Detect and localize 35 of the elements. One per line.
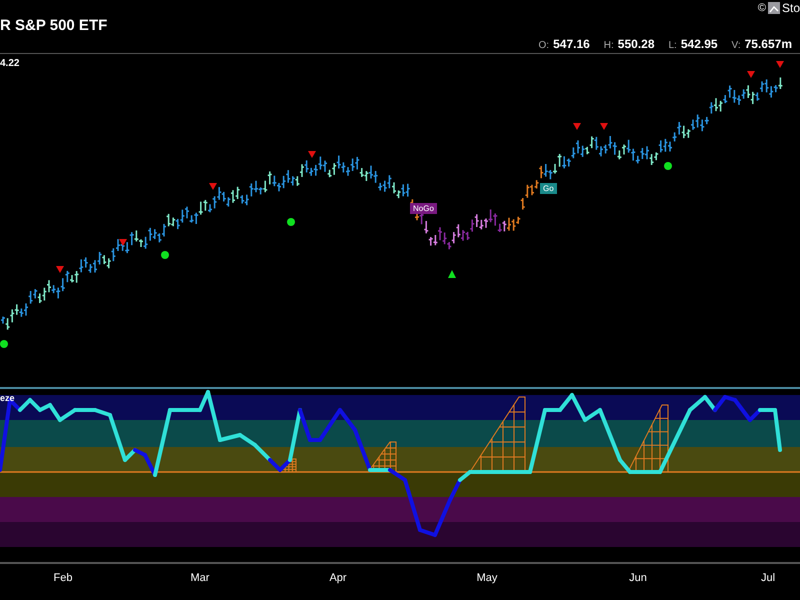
indicator-label: eze [0,393,15,403]
axis-label: Apr [329,572,347,584]
quote-value: 550.28 [618,37,654,51]
quote-label: H: [604,40,614,51]
quote-value: 547.16 [553,37,590,51]
credit-text: Sto [782,1,800,15]
dot-icon [0,340,8,348]
up-triangle-icon [448,270,456,278]
down-triangle-icon [119,239,127,246]
axis-label: Feb [54,572,72,584]
copyright-symbol: © [758,2,766,14]
down-triangle-icon [776,61,784,68]
down-triangle-icon [308,151,316,158]
down-triangle-icon [600,123,608,130]
axis-label: Mar [190,572,210,584]
axis-label: May [476,572,498,584]
down-triangle-icon [573,123,581,130]
down-triangle-icon [56,266,64,273]
quote-label: V: [732,40,741,51]
price-value: 4.22 [0,58,20,69]
down-triangle-icon [747,71,755,78]
down-triangle-icon [209,183,217,190]
dot-icon [664,162,672,170]
signal-label: Go [540,183,557,194]
dot-icon [161,251,169,259]
quote-value: 542.95 [680,37,718,51]
logo-icon [768,2,780,14]
axis-label: Jul [760,572,776,584]
dot-icon [287,218,295,226]
signal-label: NoGo [410,203,437,214]
quote-value: 75.657m [744,37,792,51]
axis-label: Jun [629,572,647,584]
chart-title: R S&P 500 ETF [0,17,108,34]
quote-label: O: [538,40,550,51]
quote-label: L: [668,40,677,51]
